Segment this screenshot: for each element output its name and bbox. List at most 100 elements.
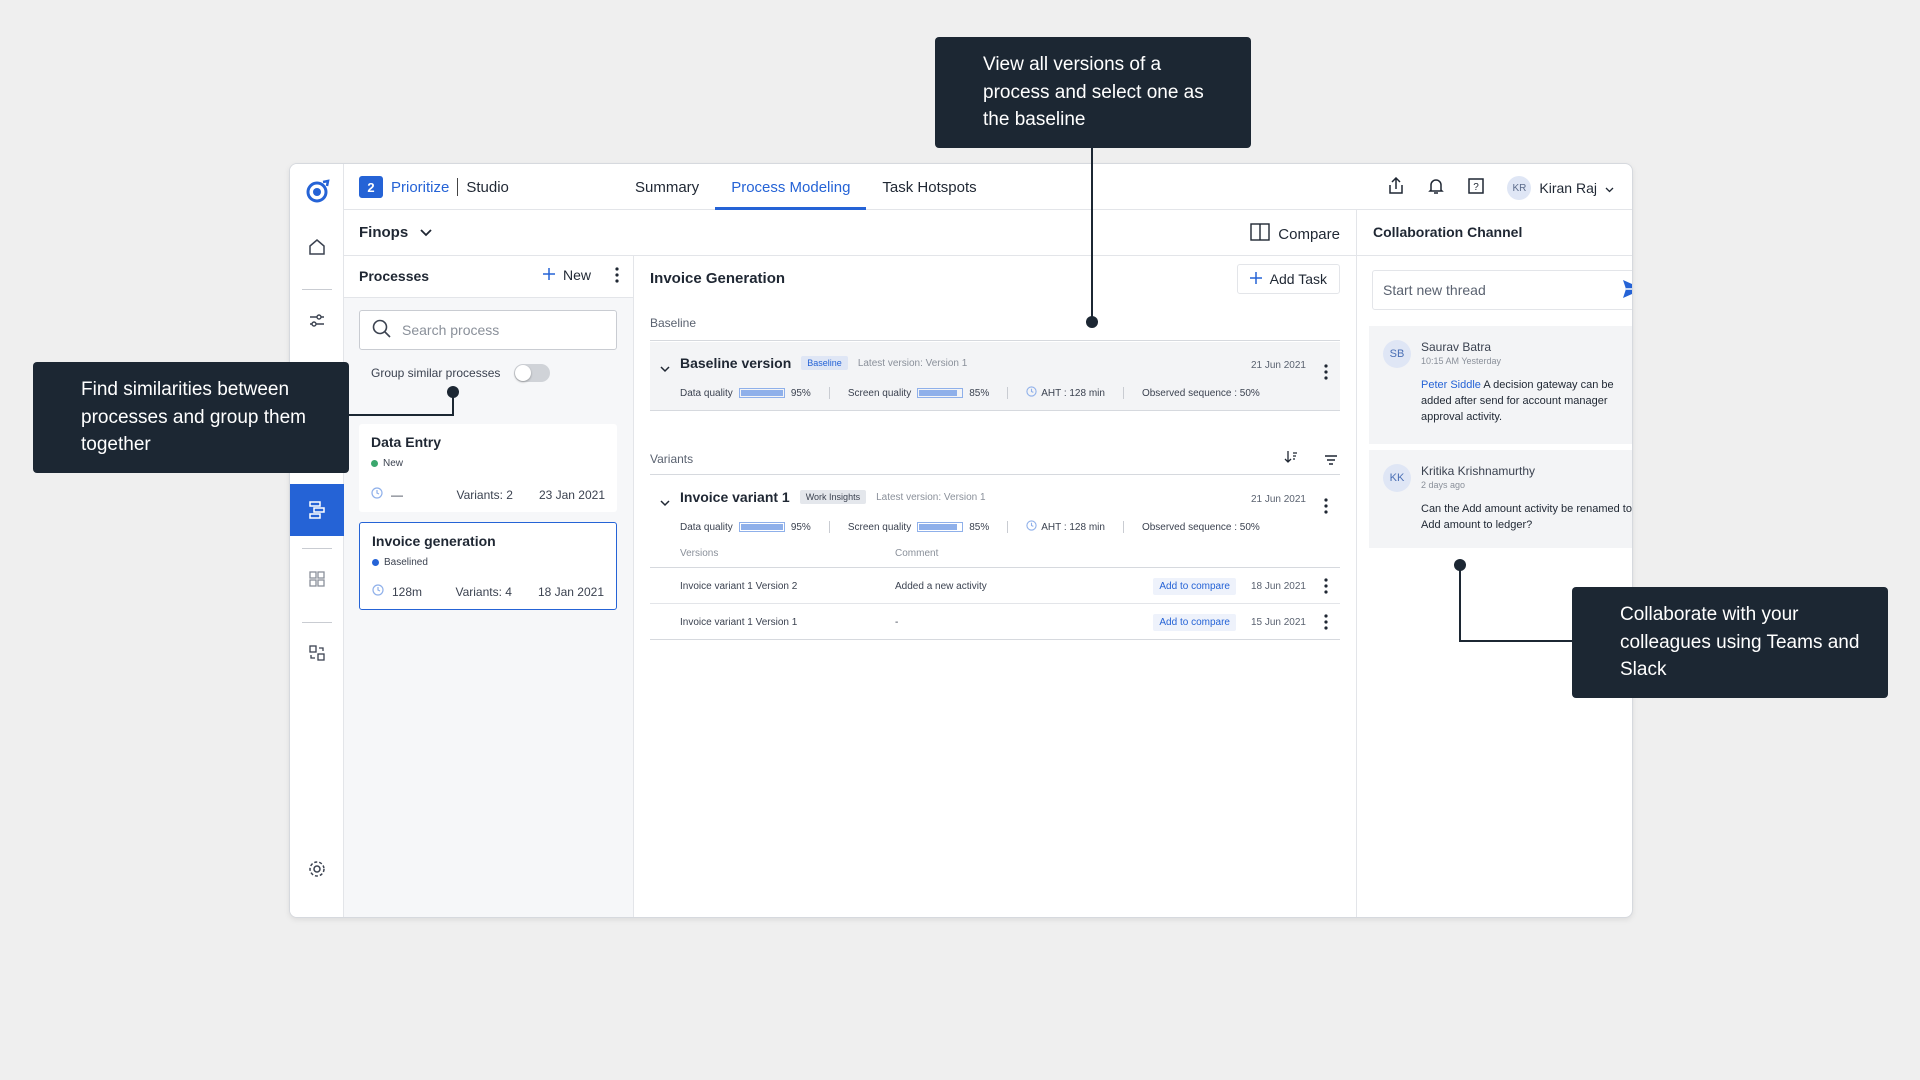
status-badge: New — [371, 458, 605, 469]
version-name: Invoice variant 1 Version 1 — [680, 617, 798, 628]
variant-row[interactable]: Invoice variant 1 Work Insights Latest v… — [650, 476, 1340, 544]
product-brand: 2 Prioritize Studio — [359, 176, 509, 198]
clock-icon — [371, 487, 383, 502]
sliders-icon[interactable] — [304, 308, 330, 334]
new-process-button[interactable]: New — [542, 267, 591, 283]
clock-icon — [1026, 520, 1037, 534]
data-quality-bar — [738, 522, 785, 532]
top-bar: 2 Prioritize Studio Summary Process Mode… — [344, 164, 1632, 210]
svg-text:?: ? — [1474, 182, 1480, 193]
message-author: Saurav Batra — [1421, 340, 1492, 354]
process-name: Data Entry — [371, 434, 442, 450]
notification-bell-icon[interactable] — [1427, 177, 1445, 200]
message-time: 10:15 AM Yesterday — [1421, 356, 1502, 366]
observed-sequence: Observed sequence : 50% — [1141, 387, 1260, 399]
settings-gear-icon[interactable] — [304, 856, 330, 882]
message-card[interactable]: SB Saurav Batra 10:15 AM Yesterday Peter… — [1369, 326, 1632, 444]
message-time: 2 days ago — [1421, 480, 1466, 490]
version-title: Invoice variant 1 Work Insights Latest v… — [680, 489, 986, 505]
avatar: SB — [1383, 340, 1411, 368]
app-logo-icon[interactable] — [303, 178, 331, 211]
tab-task-hotspots[interactable]: Task Hotspots — [866, 164, 992, 210]
screen-quality-label: Screen quality — [847, 387, 912, 399]
status-text: Baselined — [384, 557, 428, 568]
variant-metrics: Data quality 95% Screen quality 85% AHT … — [680, 520, 1310, 534]
left-nav-rail — [290, 164, 344, 917]
process-detail-panel: Invoice Generation Add Task Baseline Bas… — [634, 256, 1356, 917]
callout-collaborate: Collaborate with your colleagues using T… — [1572, 587, 1888, 698]
process-modeling-nav-icon[interactable] — [290, 484, 344, 536]
add-to-compare-button[interactable]: Add to compare — [1153, 578, 1236, 595]
data-quality-value: 95% — [790, 387, 811, 399]
baseline-version-row[interactable]: Baseline version Baseline Latest version… — [650, 342, 1340, 410]
add-task-label: Add Task — [1269, 271, 1327, 287]
group-similar-label: Group similar processes — [371, 366, 501, 380]
top-actions: ? KR Kiran Raj — [1387, 176, 1614, 200]
add-task-button[interactable]: Add Task — [1236, 264, 1340, 294]
process-card-data-entry[interactable]: Data Entry New — Variants: 2 23 Jan 2021 — [359, 424, 617, 512]
chevron-down-icon[interactable] — [660, 360, 670, 378]
status-dot — [372, 559, 379, 566]
more-options-icon[interactable] — [1324, 364, 1328, 385]
workspace-bar: Finops Compare — [344, 210, 1356, 256]
process-meta: — Variants: 2 23 Jan 2021 — [371, 487, 605, 502]
step-badge: 2 — [359, 176, 383, 198]
group-similar-toggle[interactable] — [514, 364, 551, 382]
avatar: KK — [1383, 464, 1411, 492]
status-badge: Baselined — [372, 557, 604, 568]
split-view-icon — [1250, 223, 1270, 245]
process-card-invoice-generation[interactable]: Invoice generation Baselined 128m Varian… — [359, 522, 617, 610]
version-comment: Added a new activity — [895, 581, 987, 592]
callout-versions: View all versions of a process and selec… — [935, 37, 1251, 148]
screen-quality-value: 85% — [969, 521, 990, 533]
more-options-icon[interactable] — [615, 267, 619, 288]
sort-icon[interactable] — [1284, 450, 1298, 469]
share-icon[interactable] — [1387, 176, 1405, 200]
processes-panel: Processes New Search process Group simil… — [344, 256, 634, 917]
compare-button[interactable]: Compare — [1250, 223, 1340, 245]
home-icon[interactable] — [304, 234, 330, 260]
chevron-down-icon[interactable] — [660, 494, 670, 512]
message-card[interactable]: KK Kritika Krishnamurthy 2 days ago Can … — [1369, 450, 1632, 548]
tab-process-modeling[interactable]: Process Modeling — [715, 164, 867, 210]
workspace-name: Finops — [359, 224, 409, 241]
callout-marker — [1086, 316, 1098, 328]
data-quality-bar — [738, 388, 785, 398]
process-variants: Variants: 2 — [456, 487, 513, 502]
send-icon[interactable] — [1622, 279, 1632, 302]
new-thread-input[interactable]: Start new thread — [1372, 270, 1632, 310]
rail-divider — [302, 289, 332, 290]
help-icon[interactable]: ? — [1467, 177, 1485, 200]
message-mention[interactable]: Peter Siddle — [1421, 379, 1481, 391]
processes-title: Processes — [359, 268, 430, 284]
filter-icon[interactable] — [1324, 452, 1338, 470]
more-options-icon[interactable] — [1324, 498, 1328, 519]
more-options-icon[interactable] — [1324, 578, 1328, 597]
screen-quality-bar — [917, 522, 964, 532]
table-row: Invoice variant 1 Version 2 Added a new … — [650, 569, 1340, 604]
add-to-compare-button[interactable]: Add to compare — [1153, 614, 1236, 631]
chevron-down-icon — [420, 224, 432, 241]
data-quality-label: Data quality — [680, 387, 733, 399]
more-options-icon[interactable] — [1324, 614, 1328, 633]
swap-icon[interactable] — [304, 640, 330, 666]
aht-value: AHT : 128 min — [1041, 521, 1105, 533]
product-name: Prioritize — [391, 178, 450, 196]
grid-icon[interactable] — [304, 566, 330, 592]
search-input[interactable]: Search process — [359, 310, 617, 350]
message-author: Kritika Krishnamurthy — [1421, 464, 1536, 478]
process-date: 18 Jan 2021 — [537, 584, 604, 599]
product-section: Studio — [466, 178, 509, 196]
table-row: Invoice variant 1 Version 1 - Add to com… — [650, 605, 1340, 640]
workspace-selector[interactable]: Finops — [359, 224, 432, 241]
process-name: Invoice generation — [372, 533, 496, 549]
callout-marker — [447, 386, 459, 398]
latest-version: Latest version: Version 1 — [876, 491, 986, 503]
variants-section-label: Variants — [650, 452, 694, 466]
user-menu[interactable]: KR Kiran Raj — [1507, 176, 1614, 200]
work-insights-badge: Work Insights — [799, 490, 867, 504]
tab-summary[interactable]: Summary — [619, 164, 715, 210]
version-comment: - — [895, 617, 899, 628]
thread-placeholder: Start new thread — [1383, 282, 1486, 298]
process-title: Invoice Generation — [650, 270, 786, 287]
